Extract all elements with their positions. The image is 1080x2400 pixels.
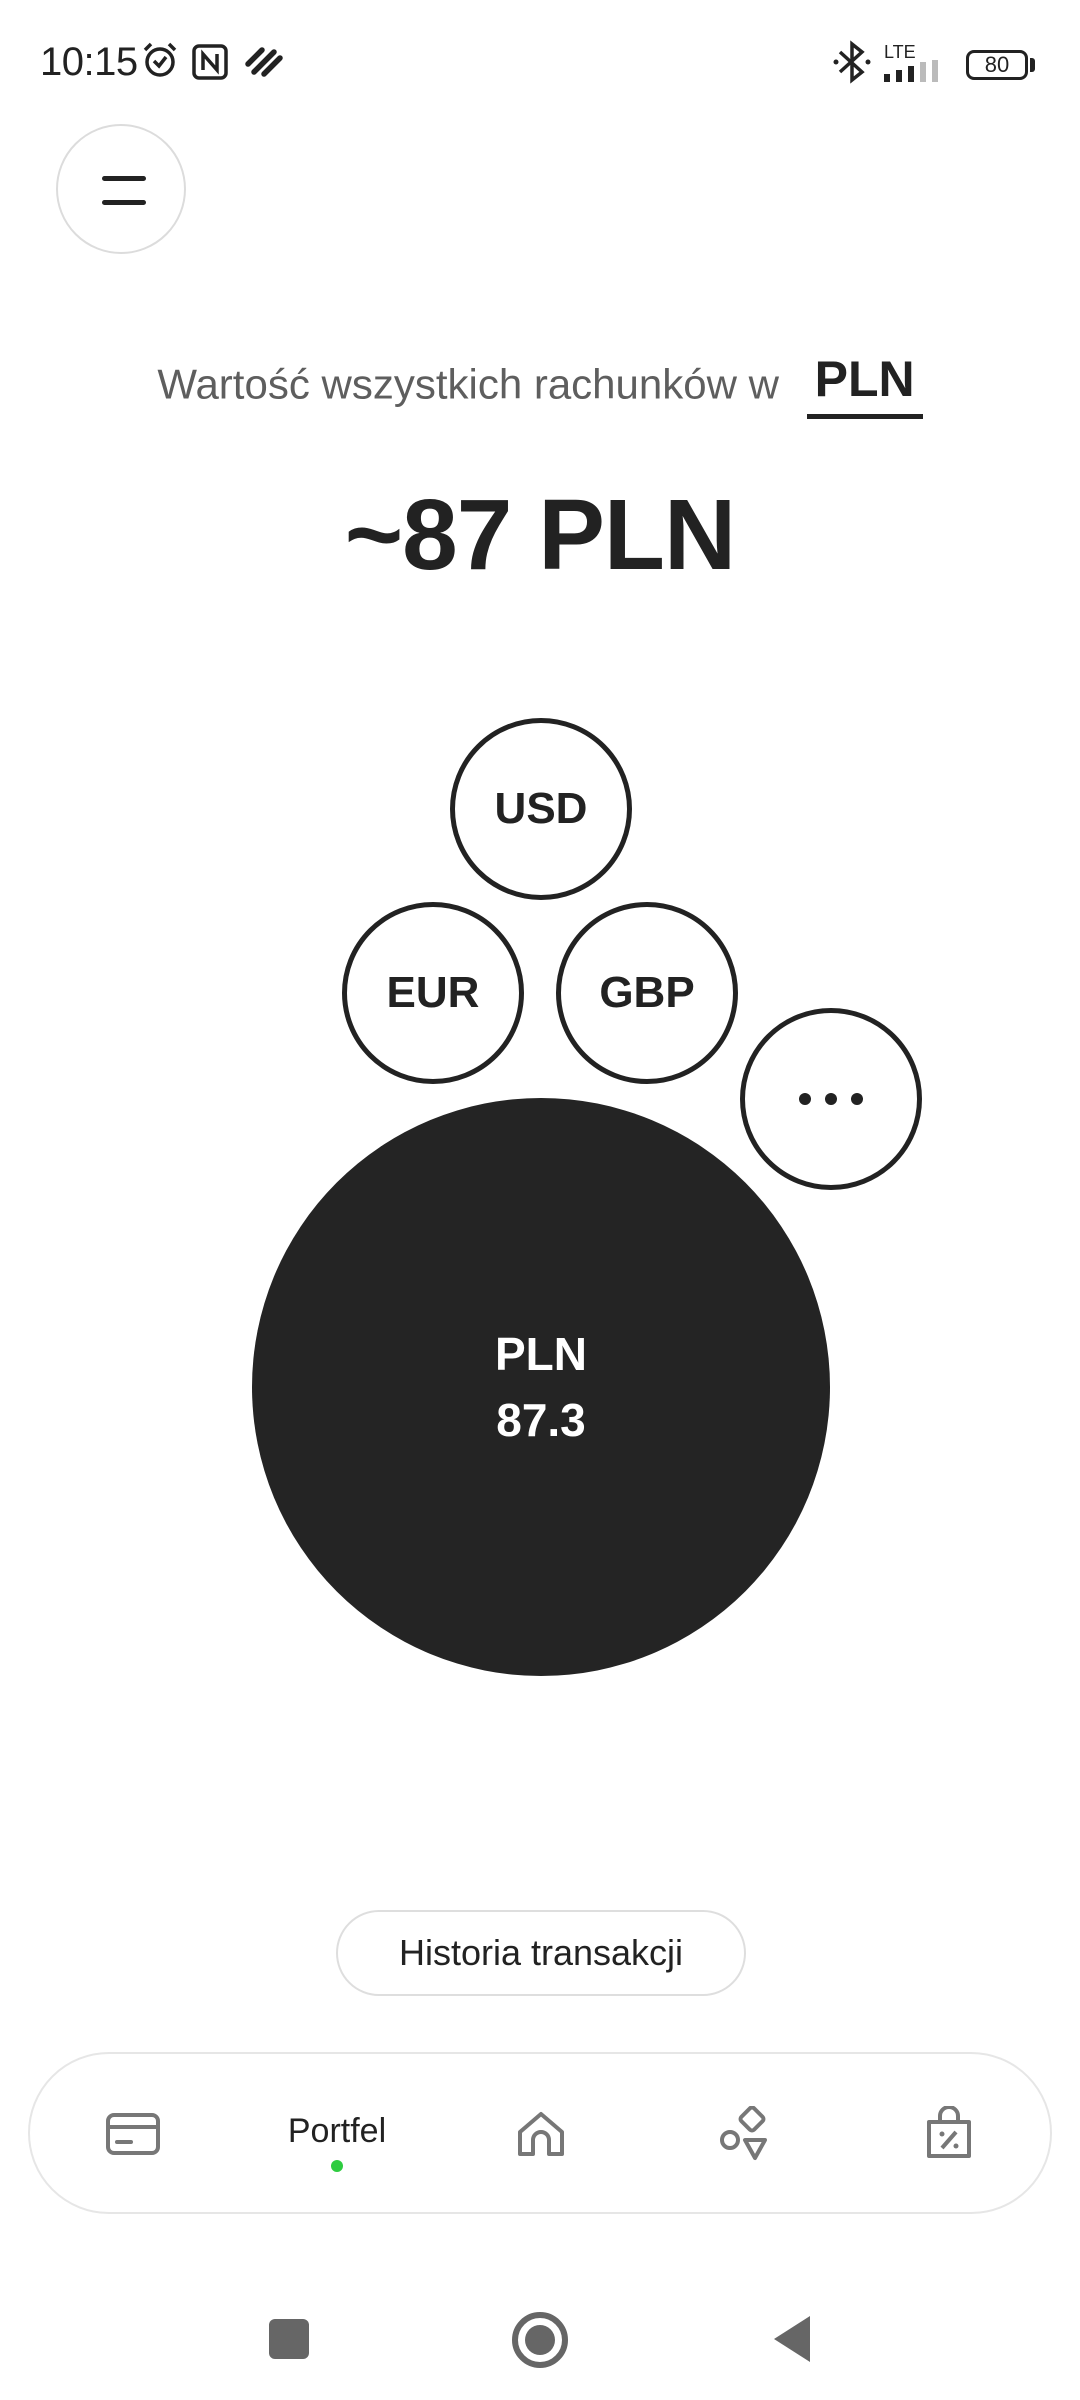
nav-portfel[interactable]: Portfel: [262, 2054, 412, 2214]
back-icon[interactable]: [772, 2314, 812, 2364]
gbp-bubble[interactable]: GBP: [556, 902, 738, 1084]
discount-bag-icon: [927, 2106, 971, 2158]
usd-bubble[interactable]: USD: [450, 718, 632, 900]
usd-label: USD: [494, 784, 588, 833]
main-currency-label: PLN: [495, 1328, 587, 1380]
total-value: ~87 PLN: [344, 479, 736, 591]
card-icon: [106, 2113, 160, 2155]
battery-indicator: 80: [966, 50, 1028, 80]
nav-offers[interactable]: [874, 2054, 1024, 2214]
nav-cards[interactable]: [58, 2054, 208, 2214]
shapes-icon: [720, 2106, 767, 2160]
home-circle-icon[interactable]: [511, 2311, 569, 2369]
eur-label: EUR: [386, 968, 480, 1017]
recents-icon[interactable]: [268, 2318, 310, 2360]
app-notification-icon: [245, 47, 283, 77]
bluetooth-icon: [833, 40, 871, 84]
nav-services[interactable]: [670, 2054, 820, 2214]
active-indicator-dot: [331, 2160, 343, 2172]
accounts-value-label: Wartość wszystkich rachunków w: [157, 360, 779, 408]
nav-portfel-label: Portfel: [287, 2112, 387, 2150]
nfc-icon: [192, 44, 228, 80]
accounts-value-heading: Wartość wszystkich rachunków w PLN: [0, 350, 1080, 419]
status-bar: 10:15 LTE 80: [0, 0, 1080, 120]
battery-tip: [1030, 58, 1035, 72]
more-currencies-button[interactable]: [740, 1008, 922, 1190]
home-icon: [518, 2112, 564, 2156]
more-dots-icon: [799, 1093, 863, 1105]
signal-icon: [884, 60, 938, 82]
nav-home[interactable]: [466, 2054, 616, 2214]
main-currency-amount: 87.3: [496, 1394, 586, 1446]
currency-selector[interactable]: PLN: [806, 350, 923, 419]
screen: 10:15 LTE 80 Wartość wszystkich rachunkó…: [0, 0, 1080, 2400]
gbp-label: GBP: [599, 968, 695, 1017]
eur-bubble[interactable]: EUR: [342, 902, 524, 1084]
alarm-icon: [143, 42, 177, 77]
bottom-nav: Portfel: [28, 2052, 1052, 2214]
transaction-history-button[interactable]: Historia transakcji: [336, 1910, 746, 1996]
system-nav-bar: [0, 2260, 1080, 2400]
menu-button[interactable]: [56, 124, 186, 254]
status-time: 10:15: [40, 40, 138, 84]
pln-main-bubble[interactable]: PLN 87.3: [252, 1098, 830, 1676]
